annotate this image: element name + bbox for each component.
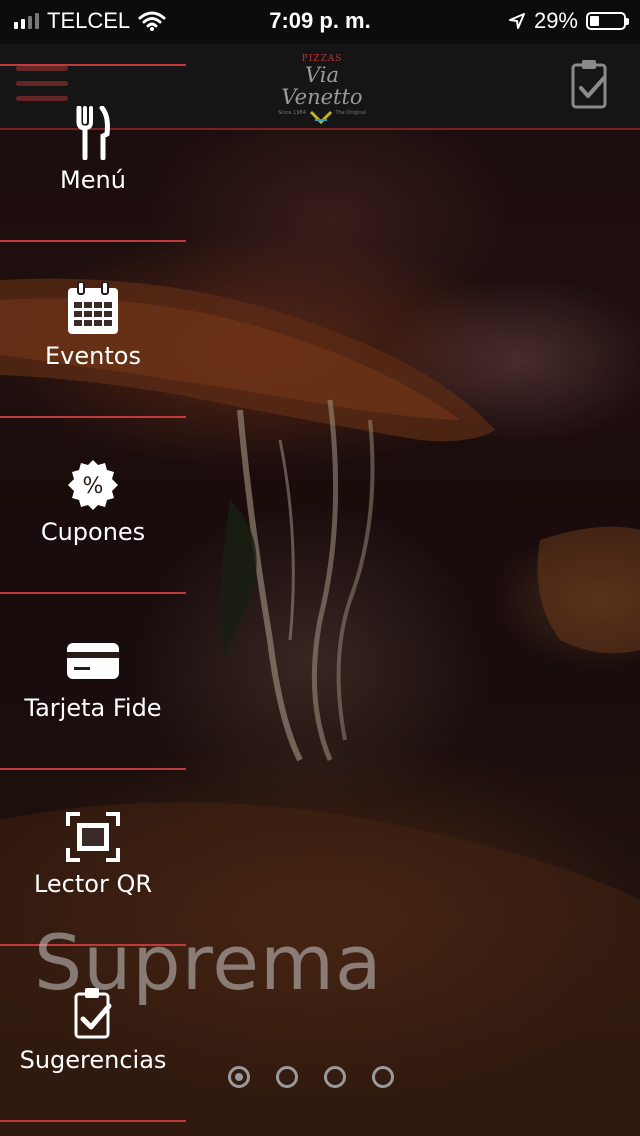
status-bar: TELCEL 7:09 p. m. 29% — [0, 0, 640, 44]
clipboard-check-icon[interactable] — [570, 58, 610, 110]
pager-dot[interactable] — [372, 1066, 394, 1088]
slide-caption: Suprema — [34, 918, 383, 1007]
pager-dot[interactable] — [228, 1066, 250, 1088]
pager-dot[interactable] — [276, 1066, 298, 1088]
logo-sub: Since 1984 The Original — [272, 110, 372, 124]
qr-scan-icon — [0, 808, 186, 866]
pager-dot[interactable] — [324, 1066, 346, 1088]
battery-fill — [590, 16, 599, 26]
logo-left-text: Since 1984 — [278, 110, 306, 116]
menu-item-label: Eventos — [45, 342, 141, 370]
menu-item-label: Menú — [60, 166, 126, 194]
slide-pager — [228, 1066, 394, 1088]
menu-item-menu[interactable]: Menú — [0, 64, 186, 240]
logo-name: Via Venetto — [281, 63, 363, 109]
menu-item-tarjeta-fide[interactable]: Tarjeta Fide — [0, 592, 186, 768]
menu-item-label: Sugerencias — [19, 1046, 167, 1074]
fork-knife-icon — [0, 104, 186, 162]
menu-item-label: Lector QR — [33, 870, 153, 898]
brand-logo: PIZZAS Via Venetto Since 1984 The Origin… — [272, 54, 372, 124]
logo-right-text: The Original — [335, 110, 366, 116]
svg-text:%: % — [83, 474, 104, 499]
battery-icon — [586, 12, 629, 30]
credit-card-icon — [0, 632, 186, 690]
menu-item-label: Cupones — [40, 518, 146, 546]
battery-percent: 29% — [533, 8, 578, 33]
status-right: 29% — [508, 8, 629, 34]
location-arrow-icon — [508, 13, 525, 29]
logo-mark-icon — [309, 110, 332, 124]
menu-item-cupones[interactable]: % Cupones — [0, 416, 186, 592]
menu-item-eventos[interactable]: Eventos — [0, 240, 186, 416]
menu-divider — [0, 1120, 186, 1122]
calendar-icon — [0, 280, 186, 338]
percent-badge-icon: % — [0, 456, 186, 514]
menu-item-label: Tarjeta Fide — [24, 694, 162, 722]
